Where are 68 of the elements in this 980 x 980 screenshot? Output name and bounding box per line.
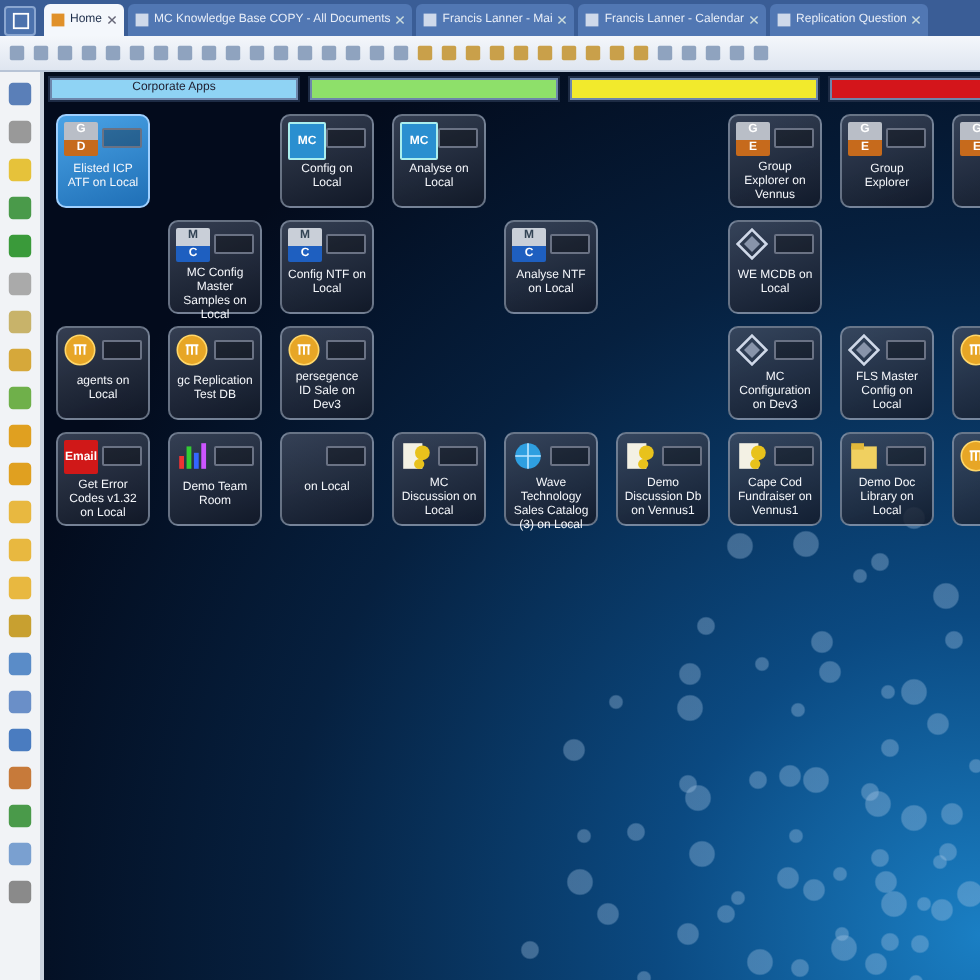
counter-box — [438, 128, 478, 148]
counter-box — [102, 128, 142, 148]
close-icon — [394, 14, 407, 26]
sidebar-icon — [6, 232, 34, 260]
counter-box — [774, 340, 814, 360]
tab-icon — [422, 12, 439, 28]
sidebar-icon — [6, 574, 34, 602]
document-icon — [400, 440, 432, 472]
sidebar-icon — [6, 460, 34, 488]
sidebar-icon — [6, 650, 34, 678]
close-icon — [556, 14, 569, 26]
close-icon — [748, 14, 761, 26]
sidebar-icon — [6, 118, 34, 146]
coin-icon — [176, 334, 208, 366]
counter-box — [326, 234, 366, 254]
counter-box — [214, 340, 254, 360]
diamond-icon — [848, 334, 880, 366]
sidebar-icon — [6, 498, 34, 526]
counter-box — [662, 446, 702, 466]
counter-box — [326, 446, 366, 466]
close-icon — [910, 14, 923, 26]
sidebar-icon — [6, 270, 34, 298]
counter-box — [550, 234, 590, 254]
counter-box — [438, 446, 478, 466]
tab-icon — [584, 12, 601, 28]
counter-box — [774, 446, 814, 466]
counter-box — [326, 340, 366, 360]
counter-box — [214, 446, 254, 466]
counter-box — [886, 128, 926, 148]
sidebar-icon — [6, 878, 34, 906]
sidebar-icon — [6, 346, 34, 374]
counter-box — [886, 446, 926, 466]
counter-box — [550, 446, 590, 466]
diamond-icon — [736, 334, 768, 366]
close-icon — [106, 14, 119, 26]
sidebar-icon — [6, 764, 34, 792]
counter-box — [326, 128, 366, 148]
counter-box — [774, 128, 814, 148]
open-button[interactable] — [4, 6, 36, 36]
sidebar-icon — [6, 688, 34, 716]
sidebar-icon — [6, 156, 34, 184]
sidebar-icon — [6, 536, 34, 564]
chart-icon — [176, 440, 208, 472]
tab-icon — [50, 12, 66, 28]
coin-icon — [64, 334, 96, 366]
folder-icon — [848, 440, 880, 472]
sidebar-icon — [6, 802, 34, 830]
sidebar-icon — [6, 308, 34, 336]
window-icon — [11, 12, 29, 30]
sidebar-icon — [6, 840, 34, 868]
sidebar-icon — [6, 194, 34, 222]
counter-box — [102, 340, 142, 360]
sidebar-icon — [6, 422, 34, 450]
counter-box — [886, 340, 926, 360]
sidebar-icon — [6, 726, 34, 754]
counter-box — [214, 234, 254, 254]
counter-box — [774, 234, 814, 254]
globe-icon — [512, 440, 544, 472]
sidebar-icon — [6, 384, 34, 412]
document-icon — [736, 440, 768, 472]
coin-icon — [288, 334, 320, 366]
document-icon — [624, 440, 656, 472]
counter-box — [102, 446, 142, 466]
tab-icon — [776, 12, 793, 28]
tab-icon — [134, 12, 151, 28]
diamond-icon — [736, 228, 768, 260]
sidebar-icon — [6, 80, 34, 108]
sidebar-icon — [6, 612, 34, 640]
